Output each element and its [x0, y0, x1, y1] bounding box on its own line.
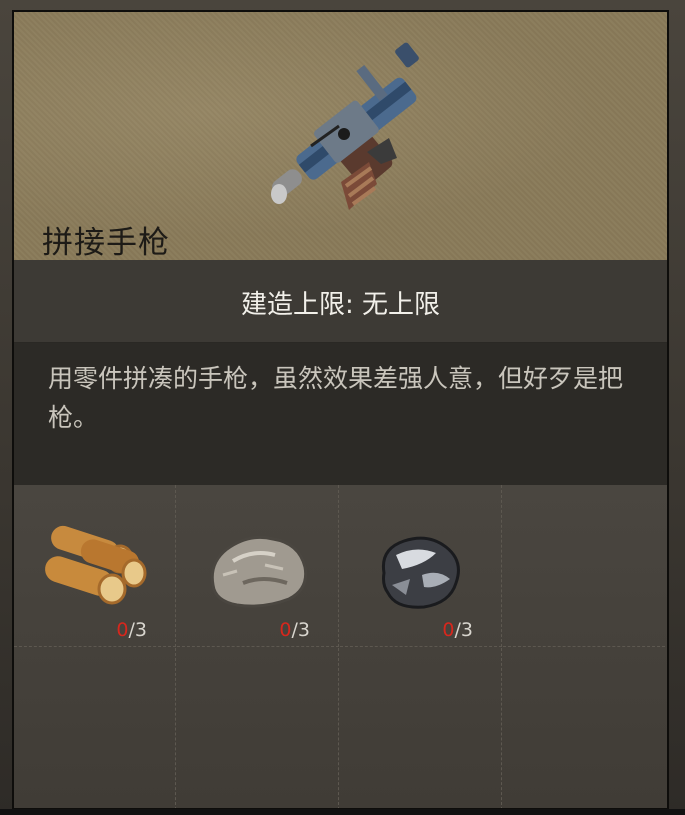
build-limit-text: 建造上限: 无上限: [240, 290, 441, 320]
description-area: 用零件拼凑的手枪，虽然效果差强人意，但好歹是把枪。: [14, 343, 667, 485]
item-detail-frame: 拼接手枪 建造上限: 无上限 用零件拼凑的手枪，虽然效果差强人意，但好歹是把枪。…: [0, 0, 685, 815]
material-slot-empty: [177, 648, 339, 808]
material-slot-empty: [14, 648, 176, 808]
material-slot[interactable]: 0/3: [340, 485, 502, 647]
materials-grid: 0/3 0/3 0/3: [14, 485, 667, 808]
item-detail-panel: 拼接手枪 建造上限: 无上限 用零件拼凑的手枪，虽然效果差强人意，但好歹是把枪。…: [12, 10, 669, 810]
item-description: 用零件拼凑的手枪，虽然效果差强人意，但好歹是把枪。: [48, 364, 624, 432]
material-count: 0/3: [279, 619, 310, 641]
stone-icon: [210, 535, 308, 608]
pistol-icon: [271, 42, 419, 210]
wood-logs-icon: [45, 525, 147, 605]
material-slot[interactable]: 0/3: [14, 485, 176, 647]
material-slot-empty: [503, 648, 665, 808]
bottom-border: [0, 809, 685, 815]
build-limit-bar: 建造上限: 无上限: [14, 260, 667, 343]
material-count: 0/3: [442, 619, 473, 641]
item-name: 拼接手枪: [42, 225, 170, 261]
material-count: 0/3: [116, 619, 147, 641]
material-slot[interactable]: 0/3: [177, 485, 339, 647]
material-slot-empty: [340, 648, 502, 808]
material-slot-empty: [503, 485, 665, 647]
item-header: 拼接手枪: [14, 12, 667, 261]
iron-ore-icon: [381, 536, 460, 609]
